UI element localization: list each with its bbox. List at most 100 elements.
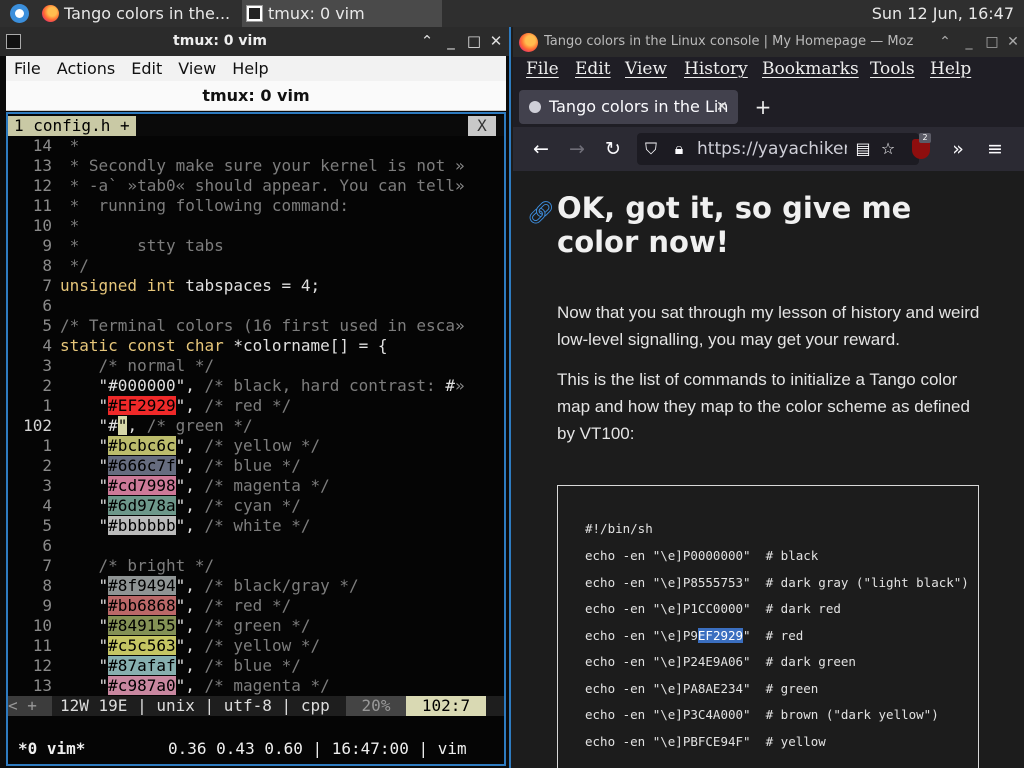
vim-line[interactable]: 2 "#000000", /* black, hard contrast: #» [8, 376, 504, 396]
hamburger-menu-icon[interactable]: ≡ [980, 134, 1010, 164]
vim-line[interactable]: 12 * -a` »tab0« should appear. You can t… [8, 176, 504, 196]
url-bar[interactable]: ⛉ 🔒︎ https://yayachiken ▤ ☆ [637, 133, 919, 165]
vim-line[interactable]: 10 * [8, 216, 504, 236]
browser-titlebar[interactable]: Tango colors in the Linux console | My H… [513, 27, 1024, 57]
vim-tab-close-button[interactable]: X [468, 116, 496, 136]
close-icon[interactable]: ✕ [1003, 32, 1023, 52]
taskbar-item-terminal[interactable]: tmux: 0 vim [242, 0, 442, 27]
menu-actions[interactable]: Actions [49, 56, 123, 81]
menu-help[interactable]: Help [224, 56, 276, 81]
reload-icon[interactable]: ↻ [598, 134, 628, 164]
firefox-icon[interactable] [519, 33, 538, 52]
maximize-icon[interactable]: □ [982, 32, 1002, 52]
vim-line[interactable]: 10 "#849155", /* green */ [8, 616, 504, 636]
status-info: 12W 19E | unix | utf-8 | cpp [60, 696, 330, 715]
color-swatch: #666c7f [108, 456, 176, 475]
color-swatch: #bbbbbb [108, 516, 176, 535]
vim-editor[interactable]: 1 config.h + X 14 * 13 * Secondly make su… [6, 112, 506, 766]
minimize-icon[interactable]: _ [959, 32, 979, 52]
menu-edit[interactable]: Edit [123, 56, 170, 81]
tab-close-icon[interactable]: ✕ [716, 90, 730, 124]
tracking-protection-icon[interactable]: ⛉ [640, 133, 662, 165]
terminal-window-title: tmux: 0 vim [173, 33, 267, 49]
new-tab-icon[interactable]: + [751, 90, 775, 124]
lock-icon[interactable]: 🔒︎ [668, 133, 690, 165]
menu-edit[interactable]: Edit [575, 59, 611, 79]
code-token: " [60, 576, 109, 595]
vim-line[interactable]: 6 [8, 296, 504, 316]
vim-tab-config[interactable]: 1 config.h + [8, 116, 136, 136]
vim-line[interactable]: 11 * running following command: [8, 196, 504, 216]
vim-line[interactable]: 4 static const char *colorname[] = { [8, 336, 504, 356]
vim-line[interactable]: 1 "#bcbc6c", /* yellow */ [8, 436, 504, 456]
terminal-tab[interactable]: tmux: 0 vim [6, 81, 506, 111]
menu-file[interactable]: File [526, 59, 559, 79]
menu-history[interactable]: History [684, 59, 748, 79]
vim-line[interactable]: 9 "#bb6868", /* red */ [8, 596, 504, 616]
browser-window: Tango colors in the Linux console | My H… [513, 27, 1024, 768]
browser-window-title: Tango colors in the Linux console | My H… [544, 34, 914, 49]
vim-buffer[interactable]: 14 * 13 * Secondly make sure your kernel … [8, 136, 504, 696]
color-swatch: #EF2929 [108, 396, 176, 415]
taskbar-item-firefox[interactable]: Tango colors in the... [38, 0, 240, 27]
overflow-chevron-icon[interactable]: » [943, 134, 973, 164]
taskbar-item-label: tmux: 0 vim [268, 4, 365, 23]
vim-line[interactable]: 8 */ [8, 256, 504, 276]
terminal-titlebar[interactable]: tmux: 0 vim ⌃ _ □ ✕ [0, 27, 509, 56]
color-swatch: #c5c563 [108, 636, 176, 655]
firefox-icon [42, 5, 59, 22]
code-token: /* normal */ [60, 356, 215, 375]
back-icon[interactable]: ← [526, 134, 556, 164]
vim-line[interactable]: 12 "#87afaf", /* blue */ [8, 656, 504, 676]
forward-icon[interactable]: → [562, 134, 592, 164]
code-line: #!/bin/sh [585, 521, 653, 536]
page-content[interactable]: 🔗︎ OK, got it, so give me color now! Now… [513, 171, 1024, 768]
vim-line[interactable]: 5 /* Terminal colors (16 first used in es… [8, 316, 504, 336]
code-token: /* green */ [204, 616, 311, 635]
vim-line[interactable]: 3 "#cd7998", /* magenta */ [8, 476, 504, 496]
line-number: 7 [42, 276, 52, 295]
vim-line[interactable]: 11 "#c5c563", /* yellow */ [8, 636, 504, 656]
menu-view[interactable]: View [170, 56, 224, 81]
maximize-up-icon[interactable]: ⌃ [417, 31, 437, 51]
link-icon[interactable]: 🔗︎ [527, 201, 555, 226]
menu-bookmarks[interactable]: Bookmarks [762, 59, 859, 79]
vim-line[interactable]: 5 "#bbbbbb", /* white */ [8, 516, 504, 536]
code-token: ", [175, 656, 205, 675]
clock[interactable]: Sun 12 Jun, 16:47 [872, 0, 1014, 27]
vim-line[interactable]: 7 /* bright */ [8, 556, 504, 576]
code-token: /* red */ [204, 596, 292, 615]
vim-line[interactable]: 13 "#c987a0", /* magenta */ [8, 676, 504, 696]
vim-line[interactable]: 14 * [8, 136, 504, 156]
menu-tools[interactable]: Tools [870, 59, 915, 79]
url-text[interactable]: https://yayachiken [697, 133, 847, 165]
maximize-icon[interactable]: □ [464, 31, 484, 51]
reader-view-icon[interactable]: ▤ [852, 133, 874, 165]
vim-line[interactable]: 3 /* normal */ [8, 356, 504, 376]
code-token: /* magenta */ [204, 676, 330, 695]
menu-view[interactable]: View [625, 59, 667, 79]
maximize-up-icon[interactable]: ⌃ [935, 32, 955, 52]
menu-help[interactable]: Help [930, 59, 971, 79]
tmux-window-list[interactable]: *0 vim* [18, 736, 85, 762]
vim-line[interactable]: 4 "#6d978a", /* cyan */ [8, 496, 504, 516]
vim-line[interactable]: 9 * stty tabs [8, 236, 504, 256]
code-line: echo -en "\e]P8555753" # dark gray ("lig… [585, 574, 969, 590]
vim-line[interactable]: 6 [8, 536, 504, 556]
vim-line[interactable]: 1 "#EF2929", /* red */ [8, 396, 504, 416]
code-block[interactable]: #!/bin/sh echo -en "\e]P0000000" # black… [557, 485, 979, 768]
close-icon[interactable]: ✕ [486, 31, 506, 51]
app-launcher-icon[interactable] [10, 4, 29, 23]
vim-line[interactable]: 8 "#8f9494", /* black/gray */ [8, 576, 504, 596]
menu-file[interactable]: File [6, 56, 49, 81]
minimize-icon[interactable]: _ [441, 31, 461, 51]
bookmark-star-icon[interactable]: ☆ [877, 133, 899, 165]
ublock-origin-icon[interactable]: 2 [912, 133, 931, 159]
vim-line[interactable]: 13 * Secondly make sure your kernel is n… [8, 156, 504, 176]
code-token: * [60, 136, 80, 155]
line-number: 102 [23, 416, 52, 435]
vim-line[interactable]: 2 "#666c7f", /* blue */ [8, 456, 504, 476]
tab-tango-colors[interactable]: Tango colors in the Lin ✕ [519, 90, 738, 124]
vim-line[interactable]: 102 "#", /* green */ [8, 416, 504, 436]
vim-line[interactable]: 7 unsigned int tabspaces = 4; [8, 276, 504, 296]
